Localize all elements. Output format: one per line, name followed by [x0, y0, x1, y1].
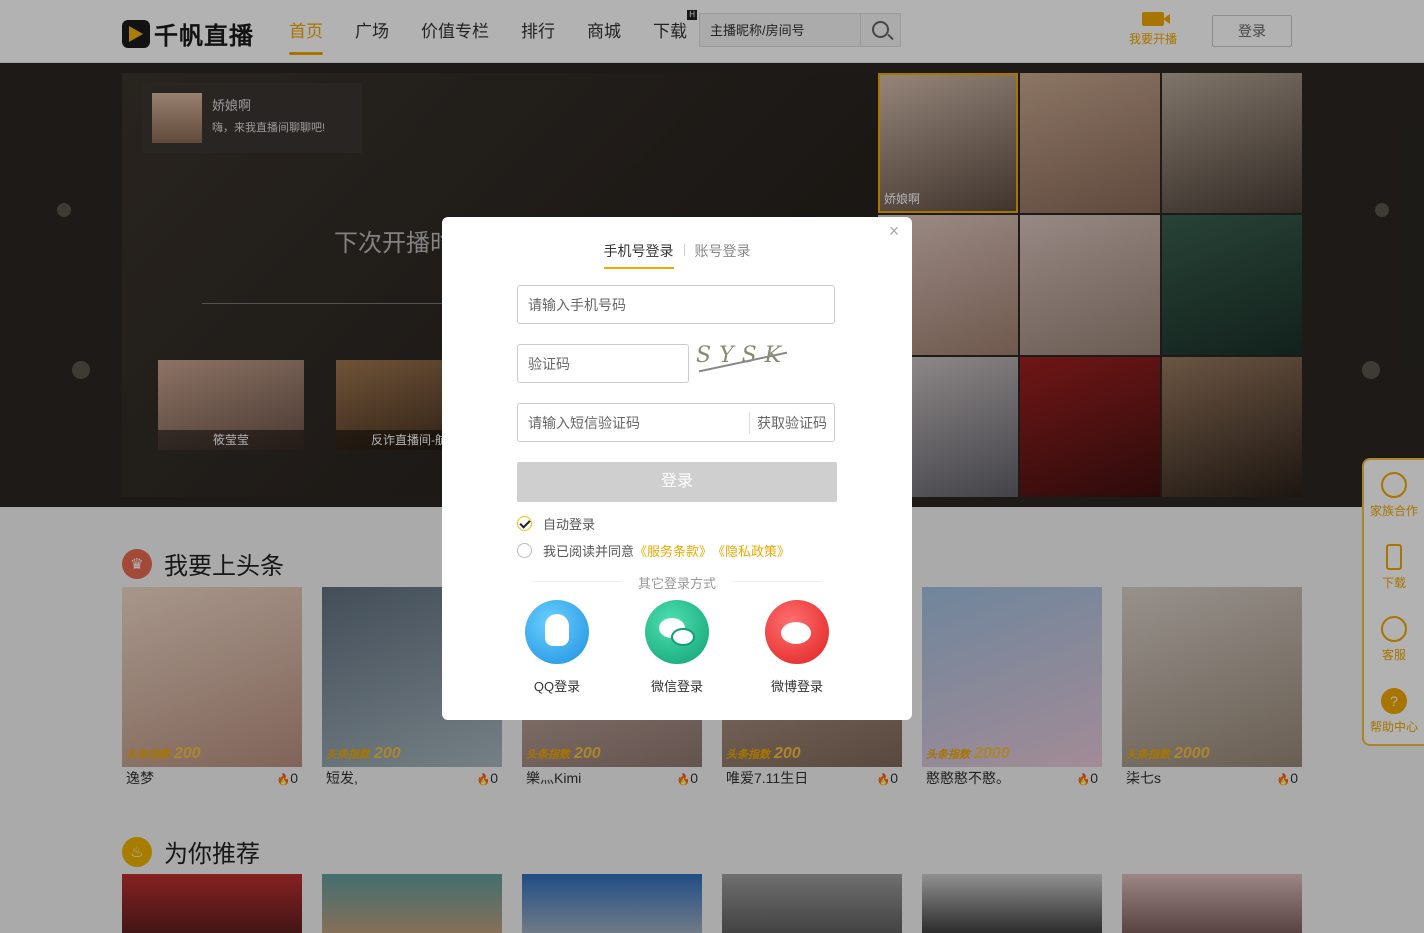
agree-prefix: 我已阅读并同意: [543, 544, 635, 559]
wechat-icon: [645, 600, 709, 664]
close-icon[interactable]: ×: [886, 222, 902, 240]
weibo-icon: [765, 600, 829, 664]
checkbox-checked-icon: [517, 516, 532, 531]
auto-login-checkbox[interactable]: 自动登录: [517, 514, 595, 533]
wechat-login-button[interactable]: 微信登录: [637, 600, 717, 695]
phone-field: [517, 285, 835, 324]
weibo-eye-glyph: [781, 622, 811, 644]
wechat-login-label: 微信登录: [650, 679, 703, 694]
chat-bubble-glyph: [671, 628, 695, 646]
qq-login-button[interactable]: QQ登录: [517, 600, 597, 695]
captcha-image[interactable]: SYSK: [696, 343, 796, 379]
qq-icon: [525, 600, 589, 664]
weibo-login-label: 微博登录: [770, 679, 823, 694]
qq-login-label: QQ登录: [533, 679, 581, 694]
login-modal: × 手机号登录账号登录 SYSK 获取验证码 登录 自动登录 我已阅读并同意 《…: [442, 217, 912, 720]
tab-phone-login[interactable]: 手机号登录: [603, 241, 674, 269]
captcha-input[interactable]: [518, 345, 688, 382]
login-submit-button[interactable]: 登录: [517, 462, 837, 502]
other-login-divider: 其它登录方式: [532, 573, 822, 592]
privacy-link[interactable]: 《隐私政策》: [712, 541, 790, 560]
captcha-field: [517, 344, 689, 383]
get-sms-code-button[interactable]: 获取验证码: [749, 412, 834, 434]
agree-terms-checkbox[interactable]: 我已阅读并同意 《服务条款》 《隐私政策》: [517, 541, 790, 560]
weibo-login-button[interactable]: 微博登录: [757, 600, 837, 695]
phone-input[interactable]: [518, 286, 834, 323]
auto-login-label: 自动登录: [543, 517, 596, 532]
penguin-glyph: [545, 614, 569, 646]
login-tabs: 手机号登录 账号登录: [442, 241, 912, 269]
sms-field: 获取验证码: [517, 403, 835, 442]
terms-link[interactable]: 《服务条款》: [634, 541, 712, 560]
sms-code-input[interactable]: [518, 404, 748, 441]
tab-divider: [683, 244, 685, 256]
tab-account-login[interactable]: 账号登录: [695, 241, 751, 267]
checkbox-unchecked-icon: [517, 543, 532, 558]
